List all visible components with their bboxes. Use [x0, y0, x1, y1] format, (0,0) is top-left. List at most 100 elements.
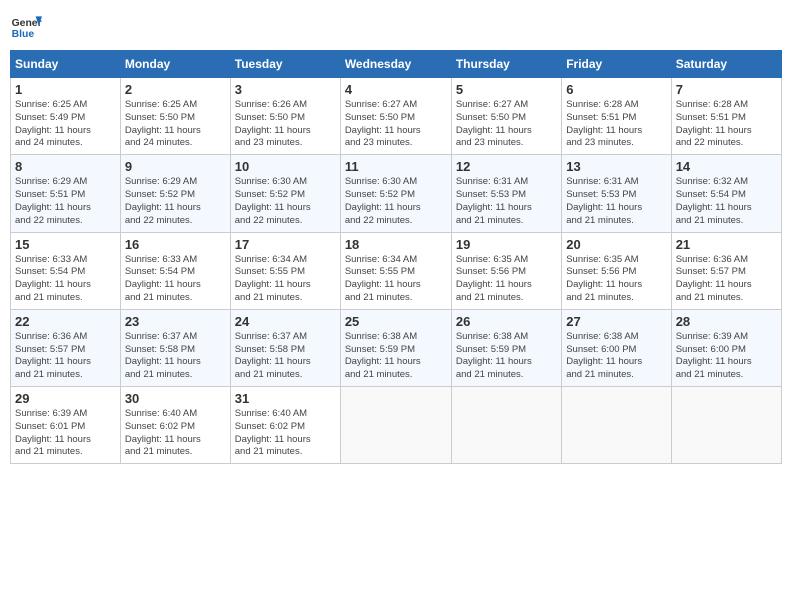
day-info: Sunrise: 6:27 AMSunset: 5:50 PMDaylight:… — [345, 99, 447, 150]
table-row: 6 Sunrise: 6:28 AMSunset: 5:51 PMDayligh… — [562, 78, 671, 155]
day-info: Sunrise: 6:40 AMSunset: 6:02 PMDaylight:… — [125, 408, 226, 459]
day-number: 8 — [15, 159, 116, 174]
day-info: Sunrise: 6:28 AMSunset: 5:51 PMDaylight:… — [566, 99, 666, 150]
table-row: 18 Sunrise: 6:34 AMSunset: 5:55 PMDaylig… — [340, 232, 451, 309]
day-info: Sunrise: 6:36 AMSunset: 5:57 PMDaylight:… — [15, 331, 116, 382]
header-thursday: Thursday — [451, 51, 561, 78]
day-number: 11 — [345, 159, 447, 174]
day-info: Sunrise: 6:27 AMSunset: 5:50 PMDaylight:… — [456, 99, 557, 150]
table-row: 27 Sunrise: 6:38 AMSunset: 6:00 PMDaylig… — [562, 309, 671, 386]
day-number: 27 — [566, 314, 666, 329]
day-info: Sunrise: 6:26 AMSunset: 5:50 PMDaylight:… — [235, 99, 336, 150]
day-info: Sunrise: 6:31 AMSunset: 5:53 PMDaylight:… — [456, 176, 557, 227]
day-number: 31 — [235, 391, 336, 406]
day-number: 5 — [456, 82, 557, 97]
day-number: 13 — [566, 159, 666, 174]
day-info: Sunrise: 6:34 AMSunset: 5:55 PMDaylight:… — [345, 254, 447, 305]
day-info: Sunrise: 6:34 AMSunset: 5:55 PMDaylight:… — [235, 254, 336, 305]
table-row: 3 Sunrise: 6:26 AMSunset: 5:50 PMDayligh… — [230, 78, 340, 155]
day-number: 12 — [456, 159, 557, 174]
header-sunday: Sunday — [11, 51, 121, 78]
table-row: 15 Sunrise: 6:33 AMSunset: 5:54 PMDaylig… — [11, 232, 121, 309]
day-info: Sunrise: 6:35 AMSunset: 5:56 PMDaylight:… — [456, 254, 557, 305]
day-info: Sunrise: 6:37 AMSunset: 5:58 PMDaylight:… — [125, 331, 226, 382]
day-info: Sunrise: 6:29 AMSunset: 5:51 PMDaylight:… — [15, 176, 116, 227]
day-number: 18 — [345, 237, 447, 252]
day-info: Sunrise: 6:36 AMSunset: 5:57 PMDaylight:… — [676, 254, 777, 305]
header-wednesday: Wednesday — [340, 51, 451, 78]
day-info: Sunrise: 6:25 AMSunset: 5:50 PMDaylight:… — [125, 99, 226, 150]
table-row: 24 Sunrise: 6:37 AMSunset: 5:58 PMDaylig… — [230, 309, 340, 386]
table-row: 4 Sunrise: 6:27 AMSunset: 5:50 PMDayligh… — [340, 78, 451, 155]
table-row: 12 Sunrise: 6:31 AMSunset: 5:53 PMDaylig… — [451, 155, 561, 232]
table-row: 10 Sunrise: 6:30 AMSunset: 5:52 PMDaylig… — [230, 155, 340, 232]
day-number: 16 — [125, 237, 226, 252]
day-number: 30 — [125, 391, 226, 406]
day-info: Sunrise: 6:37 AMSunset: 5:58 PMDaylight:… — [235, 331, 336, 382]
day-info: Sunrise: 6:39 AMSunset: 6:01 PMDaylight:… — [15, 408, 116, 459]
day-info: Sunrise: 6:38 AMSunset: 6:00 PMDaylight:… — [566, 331, 666, 382]
day-number: 4 — [345, 82, 447, 97]
day-info: Sunrise: 6:25 AMSunset: 5:49 PMDaylight:… — [15, 99, 116, 150]
table-row: 30 Sunrise: 6:40 AMSunset: 6:02 PMDaylig… — [120, 387, 230, 464]
table-row — [562, 387, 671, 464]
day-info: Sunrise: 6:40 AMSunset: 6:02 PMDaylight:… — [235, 408, 336, 459]
day-info: Sunrise: 6:33 AMSunset: 5:54 PMDaylight:… — [125, 254, 226, 305]
table-row: 29 Sunrise: 6:39 AMSunset: 6:01 PMDaylig… — [11, 387, 121, 464]
table-row: 5 Sunrise: 6:27 AMSunset: 5:50 PMDayligh… — [451, 78, 561, 155]
day-number: 2 — [125, 82, 226, 97]
table-row: 14 Sunrise: 6:32 AMSunset: 5:54 PMDaylig… — [671, 155, 781, 232]
svg-text:Blue: Blue — [12, 29, 35, 40]
day-number: 15 — [15, 237, 116, 252]
table-row: 20 Sunrise: 6:35 AMSunset: 5:56 PMDaylig… — [562, 232, 671, 309]
day-number: 7 — [676, 82, 777, 97]
day-info: Sunrise: 6:30 AMSunset: 5:52 PMDaylight:… — [345, 176, 447, 227]
day-info: Sunrise: 6:32 AMSunset: 5:54 PMDaylight:… — [676, 176, 777, 227]
day-number: 20 — [566, 237, 666, 252]
header-saturday: Saturday — [671, 51, 781, 78]
day-number: 17 — [235, 237, 336, 252]
header-friday: Friday — [562, 51, 671, 78]
table-row: 22 Sunrise: 6:36 AMSunset: 5:57 PMDaylig… — [11, 309, 121, 386]
table-row: 28 Sunrise: 6:39 AMSunset: 6:00 PMDaylig… — [671, 309, 781, 386]
day-info: Sunrise: 6:30 AMSunset: 5:52 PMDaylight:… — [235, 176, 336, 227]
table-row: 1 Sunrise: 6:25 AMSunset: 5:49 PMDayligh… — [11, 78, 121, 155]
day-info: Sunrise: 6:38 AMSunset: 5:59 PMDaylight:… — [345, 331, 447, 382]
day-number: 10 — [235, 159, 336, 174]
day-info: Sunrise: 6:29 AMSunset: 5:52 PMDaylight:… — [125, 176, 226, 227]
day-number: 23 — [125, 314, 226, 329]
logo: General Blue — [10, 10, 46, 42]
day-info: Sunrise: 6:31 AMSunset: 5:53 PMDaylight:… — [566, 176, 666, 227]
table-row: 25 Sunrise: 6:38 AMSunset: 5:59 PMDaylig… — [340, 309, 451, 386]
day-number: 3 — [235, 82, 336, 97]
day-number: 21 — [676, 237, 777, 252]
day-number: 9 — [125, 159, 226, 174]
day-number: 19 — [456, 237, 557, 252]
day-number: 22 — [15, 314, 116, 329]
table-row: 31 Sunrise: 6:40 AMSunset: 6:02 PMDaylig… — [230, 387, 340, 464]
calendar-table: Sunday Monday Tuesday Wednesday Thursday… — [10, 50, 782, 464]
logo-icon: General Blue — [10, 10, 42, 42]
day-number: 1 — [15, 82, 116, 97]
table-row: 7 Sunrise: 6:28 AMSunset: 5:51 PMDayligh… — [671, 78, 781, 155]
table-row: 26 Sunrise: 6:38 AMSunset: 5:59 PMDaylig… — [451, 309, 561, 386]
header-tuesday: Tuesday — [230, 51, 340, 78]
day-number: 28 — [676, 314, 777, 329]
day-info: Sunrise: 6:39 AMSunset: 6:00 PMDaylight:… — [676, 331, 777, 382]
page-header: General Blue — [10, 10, 782, 42]
table-row: 8 Sunrise: 6:29 AMSunset: 5:51 PMDayligh… — [11, 155, 121, 232]
day-number: 6 — [566, 82, 666, 97]
table-row — [671, 387, 781, 464]
table-row: 11 Sunrise: 6:30 AMSunset: 5:52 PMDaylig… — [340, 155, 451, 232]
day-number: 29 — [15, 391, 116, 406]
day-number: 25 — [345, 314, 447, 329]
day-info: Sunrise: 6:38 AMSunset: 5:59 PMDaylight:… — [456, 331, 557, 382]
table-row: 2 Sunrise: 6:25 AMSunset: 5:50 PMDayligh… — [120, 78, 230, 155]
day-info: Sunrise: 6:35 AMSunset: 5:56 PMDaylight:… — [566, 254, 666, 305]
day-number: 24 — [235, 314, 336, 329]
day-number: 14 — [676, 159, 777, 174]
table-row: 21 Sunrise: 6:36 AMSunset: 5:57 PMDaylig… — [671, 232, 781, 309]
day-info: Sunrise: 6:33 AMSunset: 5:54 PMDaylight:… — [15, 254, 116, 305]
table-row: 17 Sunrise: 6:34 AMSunset: 5:55 PMDaylig… — [230, 232, 340, 309]
table-row: 9 Sunrise: 6:29 AMSunset: 5:52 PMDayligh… — [120, 155, 230, 232]
